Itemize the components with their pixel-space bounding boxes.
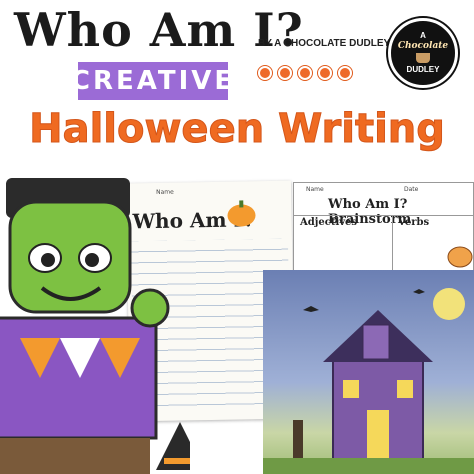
bat-icon bbox=[303, 306, 319, 312]
haunted-house-drawing-photo bbox=[263, 270, 474, 474]
orange-dot bbox=[258, 66, 272, 80]
product-title: Who Am I? bbox=[14, 3, 304, 57]
frank-face bbox=[8, 200, 132, 314]
house-tower bbox=[362, 324, 390, 360]
banner-text: CREATIVE bbox=[70, 66, 236, 96]
logo-line-2: Chocolate bbox=[397, 41, 449, 51]
orange-dot bbox=[298, 66, 312, 80]
brainstorm-date-label: Date bbox=[404, 186, 419, 193]
brand-logo: A Chocolate DUDLEY bbox=[388, 18, 458, 88]
decorative-dots bbox=[258, 66, 352, 80]
bat-icon bbox=[413, 289, 425, 294]
grass bbox=[263, 458, 474, 474]
frank-shirt bbox=[0, 316, 158, 440]
frank-hand bbox=[130, 288, 170, 328]
author-byline: BY A CHOCOLATE DUDLEY bbox=[258, 38, 391, 49]
creative-banner: CREATIVE bbox=[71, 62, 232, 100]
logo-line-1: A bbox=[420, 31, 426, 40]
orange-dot bbox=[278, 66, 292, 80]
frank-pants bbox=[0, 438, 150, 474]
product-subtitle: Halloween Writing bbox=[29, 106, 446, 153]
cocoa-cup-icon bbox=[416, 53, 430, 63]
pumpkin-icon bbox=[447, 246, 473, 268]
logo-line-3: DUDLEY bbox=[406, 65, 440, 74]
house-window bbox=[343, 380, 359, 398]
divider bbox=[294, 215, 473, 216]
haunted-house-drawing bbox=[263, 288, 474, 474]
orange-dot bbox=[318, 66, 332, 80]
brainstorm-sheet-photo: Name Date Who Am I? Brainstorm Adjective… bbox=[293, 182, 474, 274]
orange-dot bbox=[338, 66, 352, 80]
house-window bbox=[397, 380, 413, 398]
adjectives-column-header: Adjectives bbox=[300, 217, 358, 228]
verbs-column-header: Verbs bbox=[398, 217, 430, 228]
pumpkin-icon bbox=[227, 200, 256, 227]
tree-trunk bbox=[293, 420, 303, 460]
house-door bbox=[367, 410, 389, 460]
witch-hat-icon bbox=[156, 422, 190, 470]
divider bbox=[392, 215, 393, 273]
brainstorm-name-label: Name bbox=[306, 186, 324, 193]
moon-icon bbox=[433, 288, 465, 320]
frankenstein-character-illustration bbox=[0, 168, 190, 474]
